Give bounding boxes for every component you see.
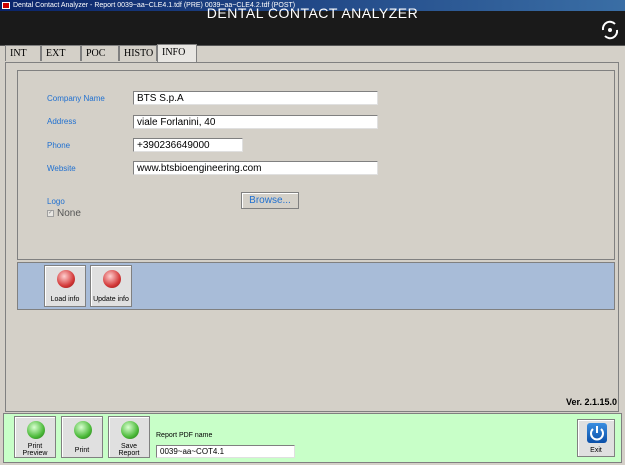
app-title: DENTAL CONTACT ANALYZER xyxy=(206,5,419,21)
logo-label: Logo xyxy=(47,197,65,206)
exit-label: Exit xyxy=(590,447,602,454)
print-preview-label-2: Preview xyxy=(22,450,48,457)
load-info-label: Load info xyxy=(50,296,80,303)
tab-poc[interactable]: POC xyxy=(81,45,119,61)
browse-button[interactable]: Browse... xyxy=(241,192,299,209)
phone-input[interactable] xyxy=(133,138,243,152)
website-label: Website xyxy=(47,164,76,173)
version-label: Ver. 2.1.15.0 xyxy=(565,397,617,407)
save-report-label-1: Save xyxy=(121,443,137,450)
company-name-label: Company Name xyxy=(47,94,105,103)
update-info-icon xyxy=(103,270,121,288)
tab-ext[interactable]: EXT xyxy=(41,45,81,61)
save-report-label-2: Report xyxy=(118,450,140,457)
print-preview-button[interactable]: Print Preview xyxy=(14,416,56,458)
address-label: Address xyxy=(47,117,77,126)
print-preview-label-1: Print xyxy=(27,443,43,450)
print-label: Print xyxy=(74,447,90,454)
update-info-button[interactable]: Update info xyxy=(90,265,132,307)
logo-none-checkbox[interactable]: ✓ xyxy=(47,210,54,217)
logo-none-label: None xyxy=(57,208,81,219)
pdf-name-label: Report PDF name xyxy=(156,432,213,439)
load-info-button[interactable]: Load info xyxy=(44,265,86,307)
website-input[interactable] xyxy=(133,161,378,175)
pdf-name-input[interactable] xyxy=(156,445,295,458)
print-icon xyxy=(74,421,92,439)
exit-button[interactable]: Exit xyxy=(577,419,615,457)
tab-info[interactable]: INFO xyxy=(157,44,197,62)
print-preview-icon xyxy=(27,421,45,439)
print-button[interactable]: Print xyxy=(61,416,103,458)
save-report-button[interactable]: Save Report xyxy=(108,416,150,458)
bts-logo-icon xyxy=(601,20,619,40)
phone-label: Phone xyxy=(47,141,71,150)
address-input[interactable] xyxy=(133,115,378,129)
tab-int[interactable]: INT xyxy=(5,45,41,61)
load-info-icon xyxy=(57,270,75,288)
save-report-icon xyxy=(121,421,139,439)
tab-histo[interactable]: HISTO xyxy=(119,45,157,61)
company-name-input[interactable] xyxy=(133,91,378,105)
power-icon xyxy=(587,423,607,443)
update-info-label: Update info xyxy=(93,296,129,303)
